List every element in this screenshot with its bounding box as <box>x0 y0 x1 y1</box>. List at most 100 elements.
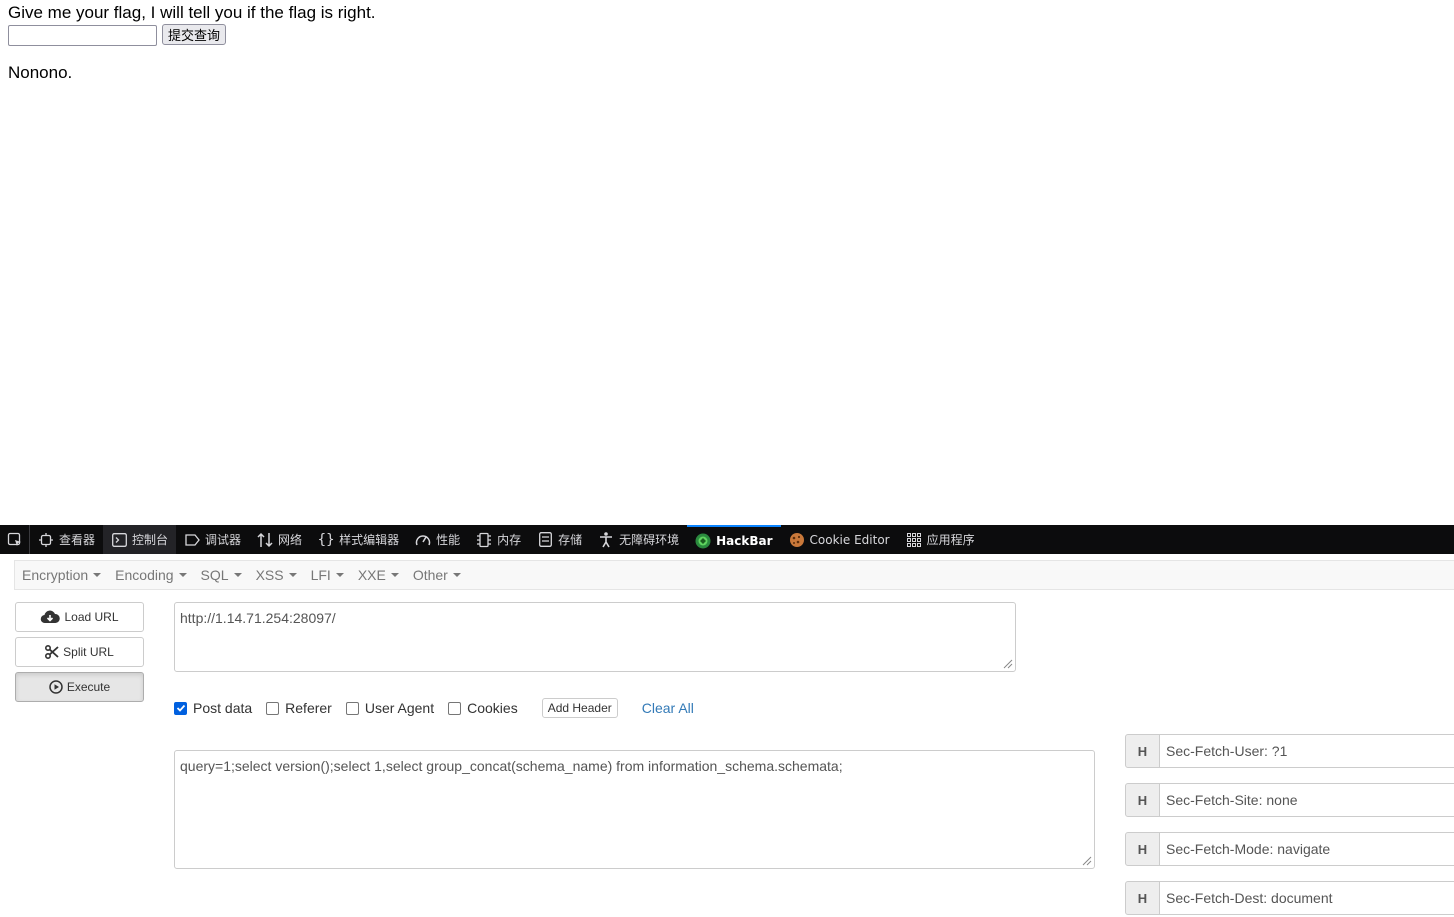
application-icon <box>906 532 922 548</box>
tab-label: 调试器 <box>205 533 242 547</box>
scissors-icon <box>45 645 59 659</box>
header-value-input[interactable]: Sec-Fetch-Dest: document <box>1160 881 1454 915</box>
referer-label: Referer <box>285 700 332 716</box>
menu-encryption[interactable]: Encryption <box>15 567 108 583</box>
header-row: H Sec-Fetch-Site: none <box>1125 783 1454 817</box>
url-text: http://1.14.71.254:28097/ <box>180 610 336 626</box>
tab-debugger[interactable]: 调试器 <box>176 525 249 554</box>
memory-icon <box>476 532 492 548</box>
tab-storage[interactable]: 存储 <box>529 525 590 554</box>
tab-label: 控制台 <box>132 533 169 547</box>
menu-xss[interactable]: XSS <box>249 567 304 583</box>
header-row: H Sec-Fetch-Dest: document <box>1125 881 1454 915</box>
referer-checkbox[interactable] <box>266 701 280 715</box>
caret-down-icon <box>390 573 399 577</box>
tab-label: 样式编辑器 <box>339 533 400 547</box>
checkmark-icon <box>176 704 185 712</box>
cookies-label: Cookies <box>467 700 518 716</box>
user-agent-option[interactable]: User Agent <box>345 700 435 716</box>
header-toggle-button[interactable]: H <box>1125 832 1160 866</box>
resize-grip-icon[interactable] <box>1080 854 1092 866</box>
header-value-input[interactable]: Sec-Fetch-Mode: navigate <box>1160 832 1454 866</box>
header-row: H Sec-Fetch-Mode: navigate <box>1125 832 1454 866</box>
post-data-option[interactable]: Post data <box>174 700 252 716</box>
tab-label: 存储 <box>558 533 583 547</box>
cloud-download-icon <box>41 610 61 624</box>
menu-encoding[interactable]: Encoding <box>108 567 193 583</box>
hackbar-icon <box>695 533 711 549</box>
submit-query-button[interactable]: 提交查询 <box>162 24 226 45</box>
header-value-input[interactable]: Sec-Fetch-Site: none <box>1160 783 1454 817</box>
hackbar-menu-bar: Encryption Encoding SQL XSS LFI XXE Othe… <box>14 560 1454 590</box>
cookies-checkbox[interactable] <box>448 701 462 715</box>
console-icon <box>111 532 127 548</box>
menu-label: Other <box>412 567 448 583</box>
caret-down-icon <box>288 573 297 577</box>
inspector-icon <box>38 532 54 548</box>
flag-prompt: Give me your flag, I will tell you if th… <box>8 3 376 22</box>
tab-accessibility[interactable]: 无障碍环境 <box>590 525 687 554</box>
tab-label: 无障碍环境 <box>619 533 680 547</box>
menu-label: LFI <box>310 567 331 583</box>
devtools-toolbar: 查看器 控制台 调试器 网络 {} 样式编辑器 性能 内存 存储 无障碍环境 H… <box>0 525 1454 554</box>
hackbar-panel: Encryption Encoding SQL XSS LFI XXE Othe… <box>0 554 1454 917</box>
header-row: H Sec-Fetch-User: ?1 <box>1125 734 1454 768</box>
tab-label: 应用程序 <box>926 533 975 547</box>
tab-cookie-editor[interactable]: Cookie Editor <box>781 525 898 554</box>
post-data-label: Post data <box>193 700 253 716</box>
execute-label: Execute <box>66 680 111 694</box>
tab-label: HackBar <box>716 533 773 548</box>
tab-label: 查看器 <box>59 533 96 547</box>
tab-inspector[interactable]: 查看器 <box>30 525 103 554</box>
accessibility-icon <box>598 531 614 548</box>
post-data-textarea[interactable]: query=1;select version();select 1,select… <box>174 750 1095 869</box>
options-row: Post data Referer User Agent Cookies Add… <box>174 697 694 719</box>
tab-hackbar[interactable]: HackBar <box>687 525 781 554</box>
user-agent-label: User Agent <box>364 700 435 716</box>
result-text: Nonono. <box>8 63 73 82</box>
menu-other[interactable]: Other <box>406 567 468 583</box>
tab-performance[interactable]: 性能 <box>407 525 468 554</box>
user-agent-checkbox[interactable] <box>345 701 359 715</box>
split-url-button[interactable]: Split URL <box>15 637 144 667</box>
execute-button[interactable]: Execute <box>15 672 144 702</box>
element-picker-button[interactable] <box>0 525 30 554</box>
clear-all-link[interactable]: Clear All <box>642 700 694 716</box>
load-url-label: Load URL <box>64 610 119 624</box>
tab-console[interactable]: 控制台 <box>103 525 177 554</box>
post-data-checkbox[interactable] <box>174 701 187 715</box>
tab-network[interactable]: 网络 <box>249 525 310 554</box>
menu-sql[interactable]: SQL <box>194 567 249 583</box>
flag-input[interactable] <box>8 25 157 46</box>
menu-label: SQL <box>200 567 229 583</box>
style-editor-icon: {} <box>317 531 335 548</box>
caret-down-icon <box>93 573 102 577</box>
tab-application[interactable]: 应用程序 <box>898 525 983 554</box>
debugger-icon <box>184 532 200 548</box>
menu-xxe[interactable]: XXE <box>351 567 406 583</box>
storage-icon <box>537 532 553 548</box>
tab-label: 性能 <box>436 533 461 547</box>
resize-grip-icon[interactable] <box>1001 657 1013 669</box>
load-url-button[interactable]: Load URL <box>15 602 144 632</box>
cookie-icon <box>789 532 805 548</box>
caret-down-icon <box>178 573 187 577</box>
cookies-option[interactable]: Cookies <box>448 700 518 716</box>
referer-option[interactable]: Referer <box>266 700 332 716</box>
header-toggle-button[interactable]: H <box>1125 734 1160 768</box>
menu-label: XSS <box>255 567 284 583</box>
tab-label: 内存 <box>497 533 522 547</box>
tab-style-editor[interactable]: {} 样式编辑器 <box>310 525 407 554</box>
tab-memory[interactable]: 内存 <box>468 525 529 554</box>
add-header-button[interactable]: Add Header <box>541 698 618 718</box>
web-page: Give me your flag, I will tell you if th… <box>0 0 1454 525</box>
menu-lfi[interactable]: LFI <box>304 567 351 583</box>
header-toggle-button[interactable]: H <box>1125 783 1160 817</box>
element-picker-icon <box>7 532 21 546</box>
url-textarea[interactable]: http://1.14.71.254:28097/ <box>174 602 1016 672</box>
split-url-label: Split URL <box>63 645 114 659</box>
header-value-input[interactable]: Sec-Fetch-User: ?1 <box>1160 734 1454 768</box>
tab-label: Cookie Editor <box>809 532 890 547</box>
play-circle-icon <box>49 680 63 694</box>
header-toggle-button[interactable]: H <box>1125 881 1160 915</box>
